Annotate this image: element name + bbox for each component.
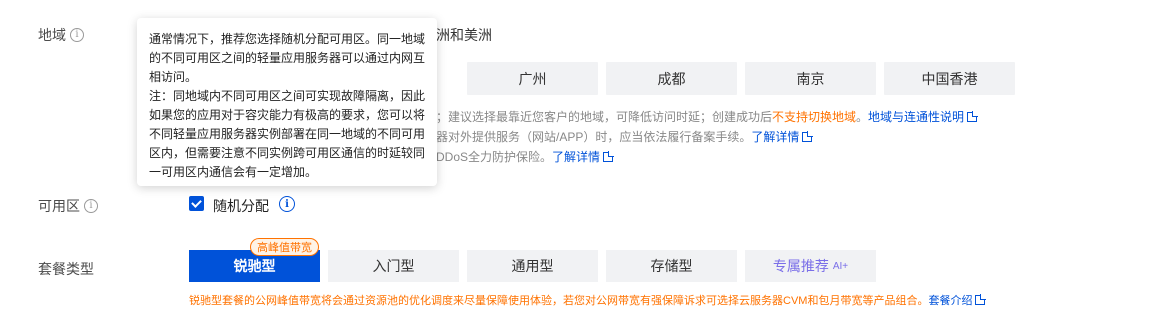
info-icon[interactable]: i — [84, 199, 98, 213]
region-warning: 不支持切换地域 — [772, 110, 857, 124]
region-label: 地域 i — [38, 25, 84, 45]
tooltip-para-1: 通常情况下，推荐您选择随机分配可用区。同一地域的不同可用区之间的轻量应用服务器可… — [149, 32, 426, 84]
region-button-nanjing[interactable]: 南京 — [745, 62, 876, 95]
region-hint-1: ；建议选择最靠近您客户的地域，可降低访问时延；创建成功后不支持切换地域。地域与连… — [436, 108, 978, 125]
region-button-chengdu[interactable]: 成都 — [606, 62, 737, 95]
plan-option-storage[interactable]: 存储型 — [606, 250, 737, 282]
region-connectivity-link[interactable]: 地域与连通性说明 — [868, 110, 964, 124]
plan-option-entry[interactable]: 入门型 — [328, 250, 459, 282]
region-button-hongkong[interactable]: 中国香港 — [884, 62, 1015, 95]
plan-option-exclusive[interactable]: 专属推荐 AI+ — [745, 250, 876, 282]
plan-option-general[interactable]: 通用型 — [467, 250, 598, 282]
learn-more-link[interactable]: 了解详情 — [751, 130, 799, 144]
external-link-icon[interactable] — [802, 132, 813, 142]
random-assign-checkbox[interactable] — [189, 196, 204, 211]
ai-tag: AI+ — [832, 260, 849, 272]
external-link-icon[interactable] — [967, 112, 978, 122]
region-button-guangzhou[interactable]: 广州 — [467, 62, 598, 95]
external-link-icon[interactable] — [975, 295, 986, 305]
region-hint-2: 器对外提供服务（网站/APP）时，应当依法履行备案手续。了解详情 — [436, 128, 813, 145]
info-icon[interactable]: i — [70, 28, 84, 42]
info-icon[interactable]: i — [279, 196, 295, 212]
random-assign-label[interactable]: 随机分配 — [213, 196, 269, 216]
external-link-icon[interactable] — [603, 152, 614, 162]
tooltip-para-2: 注：同地域内不同可用区之间可实现故障隔离，因此如果您的应用对于容灾能力有极高的要… — [149, 89, 426, 179]
peak-bandwidth-badge: 高峰值带宽 — [250, 238, 319, 256]
plan-hint: 锐驰型套餐的公网峰值带宽将会通过资源池的优化调度来尽量保障使用体验，若您对公网带… — [189, 292, 986, 308]
plan-type-label: 套餐类型 — [38, 261, 94, 277]
plan-intro-link[interactable]: 套餐介绍 — [928, 295, 972, 307]
region-option-partial[interactable]: 洲和美洲 — [436, 25, 492, 45]
zone-label: 可用区 i — [38, 196, 98, 216]
learn-more-link[interactable]: 了解详情 — [552, 150, 600, 164]
region-hint-3: DDoS全力防护保险。了解详情 — [436, 148, 614, 165]
zone-tooltip: 通常情况下，推荐您选择随机分配可用区。同一地域的不同可用区之间的轻量应用服务器可… — [137, 18, 437, 186]
